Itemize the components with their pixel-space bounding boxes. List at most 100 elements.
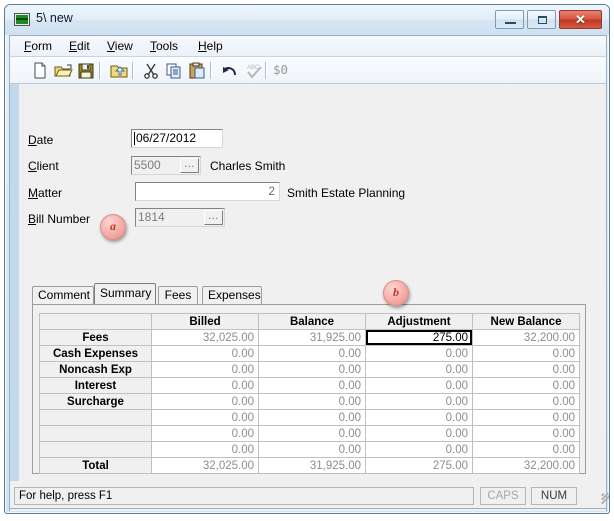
date-input[interactable]: 06/27/2012 bbox=[131, 129, 223, 148]
cell-balance[interactable]: 31,925.00 bbox=[258, 329, 366, 346]
client-lookup-button[interactable]: ... bbox=[180, 158, 199, 173]
cell-billed[interactable]: 0.00 bbox=[151, 425, 259, 442]
toolbar-separator bbox=[99, 62, 101, 79]
total-new-balance: 32,200.00 bbox=[472, 457, 580, 474]
resize-grip-icon[interactable] bbox=[590, 492, 609, 505]
cell-adjustment[interactable]: 0.00 bbox=[365, 409, 473, 426]
cell-billed[interactable]: 32,025.00 bbox=[151, 329, 259, 346]
amount-indicator: $0 bbox=[273, 62, 289, 77]
bill-number-value: 1814 bbox=[138, 210, 165, 224]
cell-billed[interactable]: 0.00 bbox=[151, 361, 259, 378]
tab-summary[interactable]: Summary bbox=[94, 283, 156, 304]
table-row[interactable]: Surcharge 0.00 0.00 0.00 0.00 bbox=[39, 393, 580, 410]
table-row[interactable]: Fees 32,025.00 31,925.00 275.00 32,200.0… bbox=[39, 329, 580, 346]
new-icon[interactable] bbox=[30, 61, 50, 80]
application-window: 5\ new ✕ Form Edit View Tools Help ABC $… bbox=[4, 4, 610, 514]
row-label: Noncash Exp bbox=[39, 361, 152, 378]
cell-billed[interactable]: 0.00 bbox=[151, 393, 259, 410]
cell-balance[interactable]: 0.00 bbox=[258, 393, 366, 410]
cell-balance[interactable]: 0.00 bbox=[258, 409, 366, 426]
cell-balance[interactable]: 0.00 bbox=[258, 345, 366, 362]
bill-number-label: Bill Number bbox=[28, 212, 91, 226]
maximize-button[interactable] bbox=[527, 10, 556, 29]
menu-item-tools[interactable]: Tools bbox=[148, 39, 180, 53]
table-row[interactable]: 0.00 0.00 0.00 0.00 bbox=[39, 409, 580, 426]
cell-adjustment[interactable]: 0.00 bbox=[365, 393, 473, 410]
cell-balance[interactable]: 0.00 bbox=[258, 425, 366, 442]
table-row[interactable]: 0.00 0.00 0.00 0.00 bbox=[39, 441, 580, 458]
save-icon[interactable] bbox=[76, 61, 96, 80]
status-num-indicator: NUM bbox=[531, 487, 577, 505]
cell-new-balance[interactable]: 32,200.00 bbox=[472, 329, 580, 346]
title-bar: 5\ new ✕ bbox=[5, 5, 609, 35]
cut-icon[interactable] bbox=[141, 61, 161, 80]
grid-header-row: Billed Balance Adjustment New Balance bbox=[39, 313, 580, 330]
cell-new-balance[interactable]: 0.00 bbox=[472, 393, 580, 410]
row-label: Interest bbox=[39, 377, 152, 394]
cell-adjustment-selected[interactable]: 275.00 bbox=[365, 329, 473, 346]
cell-balance[interactable]: 0.00 bbox=[258, 377, 366, 394]
cell-adjustment[interactable]: 0.00 bbox=[365, 377, 473, 394]
grid-col-adjustment: Adjustment bbox=[365, 313, 473, 330]
spellcheck-icon: ABC bbox=[244, 61, 264, 80]
cell-new-balance[interactable]: 0.00 bbox=[472, 409, 580, 426]
form-body: Date 06/27/2012 Client 5500 ... Charles … bbox=[10, 84, 606, 481]
summary-grid: Billed Balance Adjustment New Balance Fe… bbox=[39, 313, 580, 474]
row-label: Surcharge bbox=[39, 393, 152, 410]
table-row[interactable]: Noncash Exp 0.00 0.00 0.00 0.00 bbox=[39, 361, 580, 378]
menu-bar: Form Edit View Tools Help bbox=[10, 36, 606, 57]
table-row[interactable]: Cash Expenses 0.00 0.00 0.00 0.00 bbox=[39, 345, 580, 362]
cell-new-balance[interactable]: 0.00 bbox=[472, 377, 580, 394]
copy-icon[interactable] bbox=[164, 61, 184, 80]
cell-adjustment[interactable]: 0.00 bbox=[365, 361, 473, 378]
tab-comment[interactable]: Comment bbox=[32, 286, 94, 304]
close-button[interactable]: ✕ bbox=[559, 10, 602, 29]
client-name-text: Charles Smith bbox=[210, 159, 286, 173]
matter-value: 2 bbox=[268, 184, 275, 198]
table-row[interactable]: Interest 0.00 0.00 0.00 0.00 bbox=[39, 377, 580, 394]
table-row[interactable]: 0.00 0.00 0.00 0.00 bbox=[39, 425, 580, 442]
paste-icon[interactable] bbox=[187, 61, 207, 80]
close-icon: ✕ bbox=[575, 12, 586, 27]
date-value: 06/27/2012 bbox=[136, 131, 197, 145]
cell-billed[interactable]: 0.00 bbox=[151, 377, 259, 394]
cell-new-balance[interactable]: 0.00 bbox=[472, 361, 580, 378]
cell-billed[interactable]: 0.00 bbox=[151, 409, 259, 426]
menu-item-view[interactable]: View bbox=[105, 39, 135, 53]
client-label: Client bbox=[28, 159, 59, 173]
cell-balance[interactable]: 0.00 bbox=[258, 361, 366, 378]
undo-icon[interactable] bbox=[220, 61, 240, 80]
cell-billed[interactable]: 0.00 bbox=[151, 441, 259, 458]
status-help-text: For help, press F1 bbox=[14, 487, 474, 505]
cell-balance[interactable]: 0.00 bbox=[258, 441, 366, 458]
client-input[interactable]: 5500 ... bbox=[131, 156, 201, 175]
cell-adjustment[interactable]: 0.00 bbox=[365, 441, 473, 458]
cell-billed[interactable]: 0.00 bbox=[151, 345, 259, 362]
open-icon[interactable] bbox=[53, 61, 73, 80]
row-label bbox=[39, 425, 152, 442]
cell-new-balance[interactable]: 0.00 bbox=[472, 441, 580, 458]
bill-number-lookup-button[interactable]: ... bbox=[204, 210, 223, 225]
minimize-button[interactable] bbox=[495, 10, 524, 29]
tab-fees[interactable]: Fees bbox=[158, 286, 198, 304]
left-accent-strip bbox=[10, 84, 19, 481]
annotation-badge-a: a bbox=[100, 214, 126, 240]
toolbar: ABC $0 bbox=[10, 57, 606, 84]
row-label bbox=[39, 409, 152, 426]
tab-expenses[interactable]: Expenses bbox=[202, 286, 262, 304]
menu-item-edit[interactable]: Edit bbox=[67, 39, 92, 53]
table-row-total: Total 32,025.00 31,925.00 275.00 32,200.… bbox=[39, 457, 580, 474]
cell-adjustment[interactable]: 0.00 bbox=[365, 425, 473, 442]
cell-adjustment[interactable]: 0.00 bbox=[365, 345, 473, 362]
bill-number-input[interactable]: 1814 ... bbox=[135, 208, 225, 227]
cell-new-balance[interactable]: 0.00 bbox=[472, 425, 580, 442]
menu-item-help[interactable]: Help bbox=[196, 39, 225, 53]
open-folder-up-icon[interactable] bbox=[109, 61, 129, 80]
client-area: Form Edit View Tools Help ABC $0 Date 06… bbox=[9, 35, 607, 511]
cell-new-balance[interactable]: 0.00 bbox=[472, 345, 580, 362]
matter-input[interactable]: 2 bbox=[135, 182, 280, 201]
row-label: Cash Expenses bbox=[39, 345, 152, 362]
menu-item-form[interactable]: Form bbox=[22, 39, 54, 53]
matter-name-text: Smith Estate Planning bbox=[287, 186, 406, 200]
grid-col-new-balance: New Balance bbox=[472, 313, 580, 330]
